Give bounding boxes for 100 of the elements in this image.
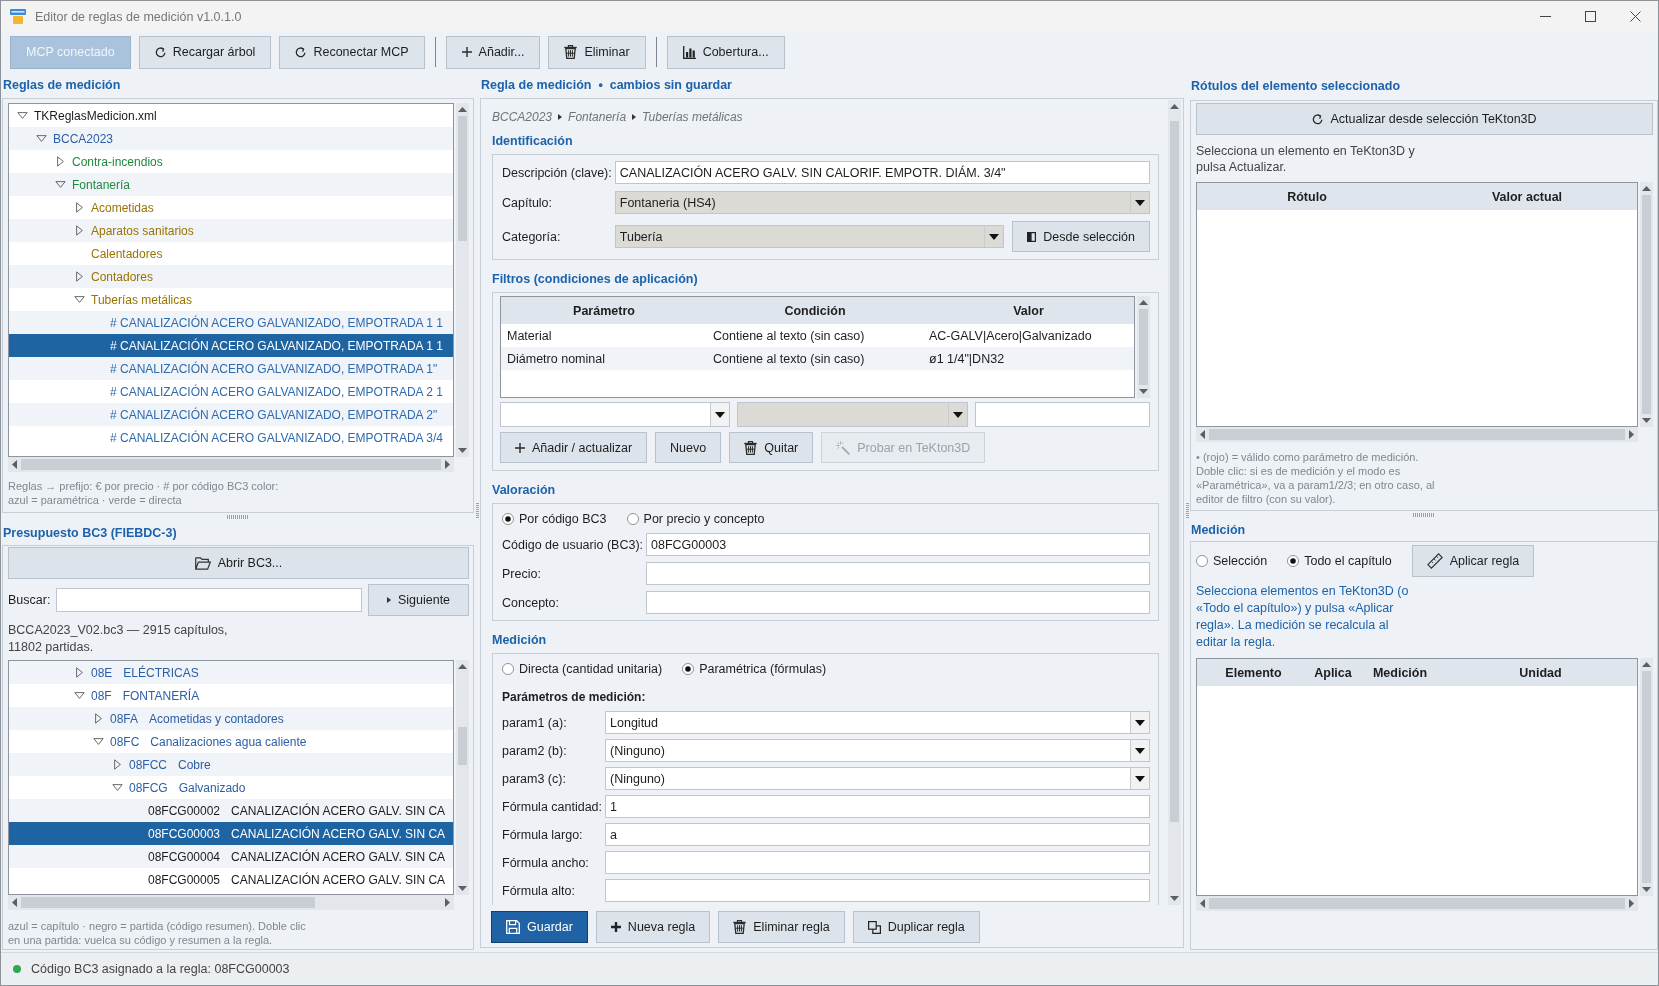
column-header[interactable]: Elemento bbox=[1197, 665, 1310, 680]
scroll-thumb[interactable] bbox=[1642, 671, 1651, 883]
duplicate-rule-button[interactable]: Duplicar regla bbox=[852, 911, 980, 943]
dropdown-field[interactable]: Tubería bbox=[614, 225, 1005, 248]
scroll-thumb[interactable] bbox=[1139, 309, 1148, 385]
dropdown-field[interactable]: (Ninguno) bbox=[605, 767, 1150, 790]
splitter-handle[interactable] bbox=[227, 515, 249, 519]
tree-item[interactable]: # CANALIZACIÓN ACERO GALVANIZADO, EMPOTRADA 1 1 bbox=[9, 334, 453, 357]
scroll-thumb[interactable] bbox=[458, 116, 467, 241]
delete-rule-button[interactable]: Eliminar regla bbox=[718, 911, 845, 943]
text-field[interactable]: a bbox=[605, 823, 1150, 846]
scroll-thumb[interactable] bbox=[458, 727, 467, 765]
column-header[interactable]: Parámetro bbox=[501, 303, 707, 318]
remove-button[interactable]: Quitar bbox=[729, 432, 814, 463]
text-field[interactable] bbox=[646, 562, 1150, 585]
tree-item[interactable]: 08F FONTANERÍA bbox=[9, 684, 453, 707]
vertical-scrollbar[interactable] bbox=[1137, 296, 1150, 398]
tree-item[interactable]: 08FCG00003 CANALIZACIÓN ACERO GALV. SIN CA bbox=[9, 822, 453, 845]
scroll-thumb[interactable] bbox=[21, 459, 441, 470]
text-field[interactable] bbox=[605, 851, 1150, 874]
reconnect-button[interactable]: Reconectar MCP bbox=[279, 35, 425, 69]
column-header[interactable]: Rótulo bbox=[1197, 189, 1417, 204]
horizontal-scrollbar[interactable] bbox=[8, 457, 454, 472]
tree-item[interactable]: Contadores bbox=[9, 265, 453, 288]
tree-item[interactable]: # CANALIZACIÓN ACERO GALVANIZADO, EMPOTRADA 1" bbox=[9, 357, 453, 380]
breadcrumb-item[interactable]: Fontanería bbox=[568, 110, 627, 124]
search-field[interactable] bbox=[56, 588, 362, 612]
tree-item[interactable]: Calentadores bbox=[9, 242, 453, 265]
column-header[interactable]: Valor actual bbox=[1417, 189, 1637, 204]
tree-item[interactable]: 08FCG00002 CANALIZACIÓN ACERO GALV. SIN CA bbox=[9, 799, 453, 822]
radio-option[interactable]: Paramétrica (fórmulas) bbox=[682, 661, 827, 676]
tree-item[interactable]: 08FCG00004 CANALIZACIÓN ACERO GALV. SIN CA bbox=[9, 845, 453, 868]
column-header[interactable]: Aplica bbox=[1310, 665, 1356, 680]
column-header[interactable]: Condición bbox=[707, 303, 923, 318]
tree-item[interactable]: TKReglasMedicion.xml bbox=[9, 104, 453, 127]
tree-item[interactable]: Acometidas bbox=[9, 196, 453, 219]
dropdown-field[interactable] bbox=[737, 402, 968, 427]
tree-item[interactable]: # CANALIZACIÓN ACERO GALVANIZADO, EMPOTRADA 1 1 bbox=[9, 311, 453, 334]
tree-item[interactable]: 08FCG Galvanizado bbox=[9, 776, 453, 799]
vertical-scrollbar[interactable] bbox=[456, 660, 469, 895]
apply-rule-button[interactable]: Aplicar regla bbox=[1411, 545, 1535, 577]
tree-item[interactable]: Fontanería bbox=[9, 173, 453, 196]
delete-button[interactable]: Eliminar bbox=[548, 35, 646, 69]
next-button[interactable]: Siguiente bbox=[368, 584, 469, 616]
vertical-scrollbar[interactable] bbox=[1640, 658, 1653, 896]
text-field[interactable] bbox=[605, 879, 1150, 902]
tree-item[interactable]: 08FCG00005 CANALIZACIÓN ACERO GALV. SIN CA bbox=[9, 868, 453, 891]
column-header[interactable]: Unidad bbox=[1444, 665, 1637, 680]
radio-option[interactable]: Por precio y concepto bbox=[626, 511, 765, 526]
breadcrumb-item[interactable]: BCCA2023 bbox=[492, 110, 553, 124]
splitter-handle[interactable] bbox=[1413, 513, 1435, 517]
tree-item[interactable]: Tuberías metálicas bbox=[9, 288, 453, 311]
tree-item[interactable]: 08FC Canalizaciones agua caliente bbox=[9, 730, 453, 753]
tree-item[interactable]: 08E ELÉCTRICAS bbox=[9, 661, 453, 684]
horizontal-scrollbar[interactable] bbox=[8, 895, 454, 910]
save-button[interactable]: Guardar bbox=[491, 911, 588, 943]
column-header[interactable]: Valor bbox=[923, 303, 1134, 318]
reload-tree-button[interactable]: Recargar árbol bbox=[138, 35, 272, 69]
text-field[interactable]: CANALIZACIÓN ACERO GALV. SIN CALORIF. EMPOTR. DIÁM. 3/4" bbox=[614, 161, 1150, 184]
vertical-scrollbar[interactable] bbox=[1168, 100, 1181, 905]
add-button[interactable]: Añadir... bbox=[445, 35, 541, 69]
radio-option[interactable]: Directa (cantidad unitaria) bbox=[502, 661, 663, 676]
dropdown-field[interactable] bbox=[500, 402, 730, 427]
scroll-thumb[interactable] bbox=[1209, 898, 1625, 909]
scroll-thumb[interactable] bbox=[1170, 120, 1179, 822]
text-field[interactable]: 08FCG00003 bbox=[646, 533, 1150, 556]
open-file-button[interactable]: Abrir BC3... bbox=[8, 547, 469, 579]
radio-option[interactable]: Selección bbox=[1196, 554, 1268, 568]
tree-item[interactable]: Contra-incendios bbox=[9, 150, 453, 173]
dropdown-field[interactable]: Fontaneria (HS4) bbox=[614, 191, 1150, 214]
scroll-thumb[interactable] bbox=[1209, 429, 1625, 440]
refresh-button[interactable]: Actualizar desde selección TeKton3D bbox=[1196, 103, 1653, 135]
text-field[interactable] bbox=[975, 402, 1150, 427]
vertical-scrollbar[interactable] bbox=[1640, 182, 1653, 427]
coverage-button[interactable]: Cobertura... bbox=[666, 35, 785, 69]
dropdown-field[interactable]: (Ninguno) bbox=[605, 739, 1150, 762]
radio-option[interactable]: Todo el capítulo bbox=[1287, 554, 1392, 568]
vertical-scrollbar[interactable] bbox=[456, 103, 469, 457]
tree-item[interactable]: # CANALIZACIÓN ACERO GALVANIZADO, EMPOTRADA 2" bbox=[9, 403, 453, 426]
column-header[interactable]: Medición bbox=[1356, 665, 1444, 680]
new-rule-button[interactable]: Nueva regla bbox=[595, 911, 711, 943]
splitter-handle[interactable] bbox=[475, 503, 479, 519]
scroll-thumb[interactable] bbox=[21, 897, 315, 908]
add-update-button[interactable]: Añadir / actualizar bbox=[500, 432, 648, 463]
splitter-handle[interactable] bbox=[1185, 503, 1189, 519]
text-field[interactable]: 1 bbox=[605, 795, 1150, 818]
tree-item[interactable]: # CANALIZACIÓN ACERO GALVANIZADO, EMPOTRADA 2 1 bbox=[9, 380, 453, 403]
text-field[interactable] bbox=[646, 591, 1150, 614]
breadcrumb-item[interactable]: Tuberías metálicas bbox=[642, 110, 743, 124]
radio-option[interactable]: Por código BC3 bbox=[502, 511, 607, 526]
scroll-thumb[interactable] bbox=[1642, 195, 1651, 414]
tree-item[interactable]: Aparatos sanitarios bbox=[9, 219, 453, 242]
tree-item[interactable]: BCCA2023 bbox=[9, 127, 453, 150]
horizontal-scrollbar[interactable] bbox=[1196, 427, 1638, 442]
dropdown-field[interactable]: Longitud bbox=[605, 711, 1150, 734]
new-button[interactable]: Nuevo bbox=[655, 432, 722, 463]
tree-item[interactable]: # CANALIZACIÓN ACERO GALVANIZADO, EMPOTRADA 3/4 bbox=[9, 426, 453, 449]
tree-item[interactable]: 08FCC Cobre bbox=[9, 753, 453, 776]
tree-item[interactable]: 08FA Acometidas y contadores bbox=[9, 707, 453, 730]
horizontal-scrollbar[interactable] bbox=[1196, 896, 1638, 911]
